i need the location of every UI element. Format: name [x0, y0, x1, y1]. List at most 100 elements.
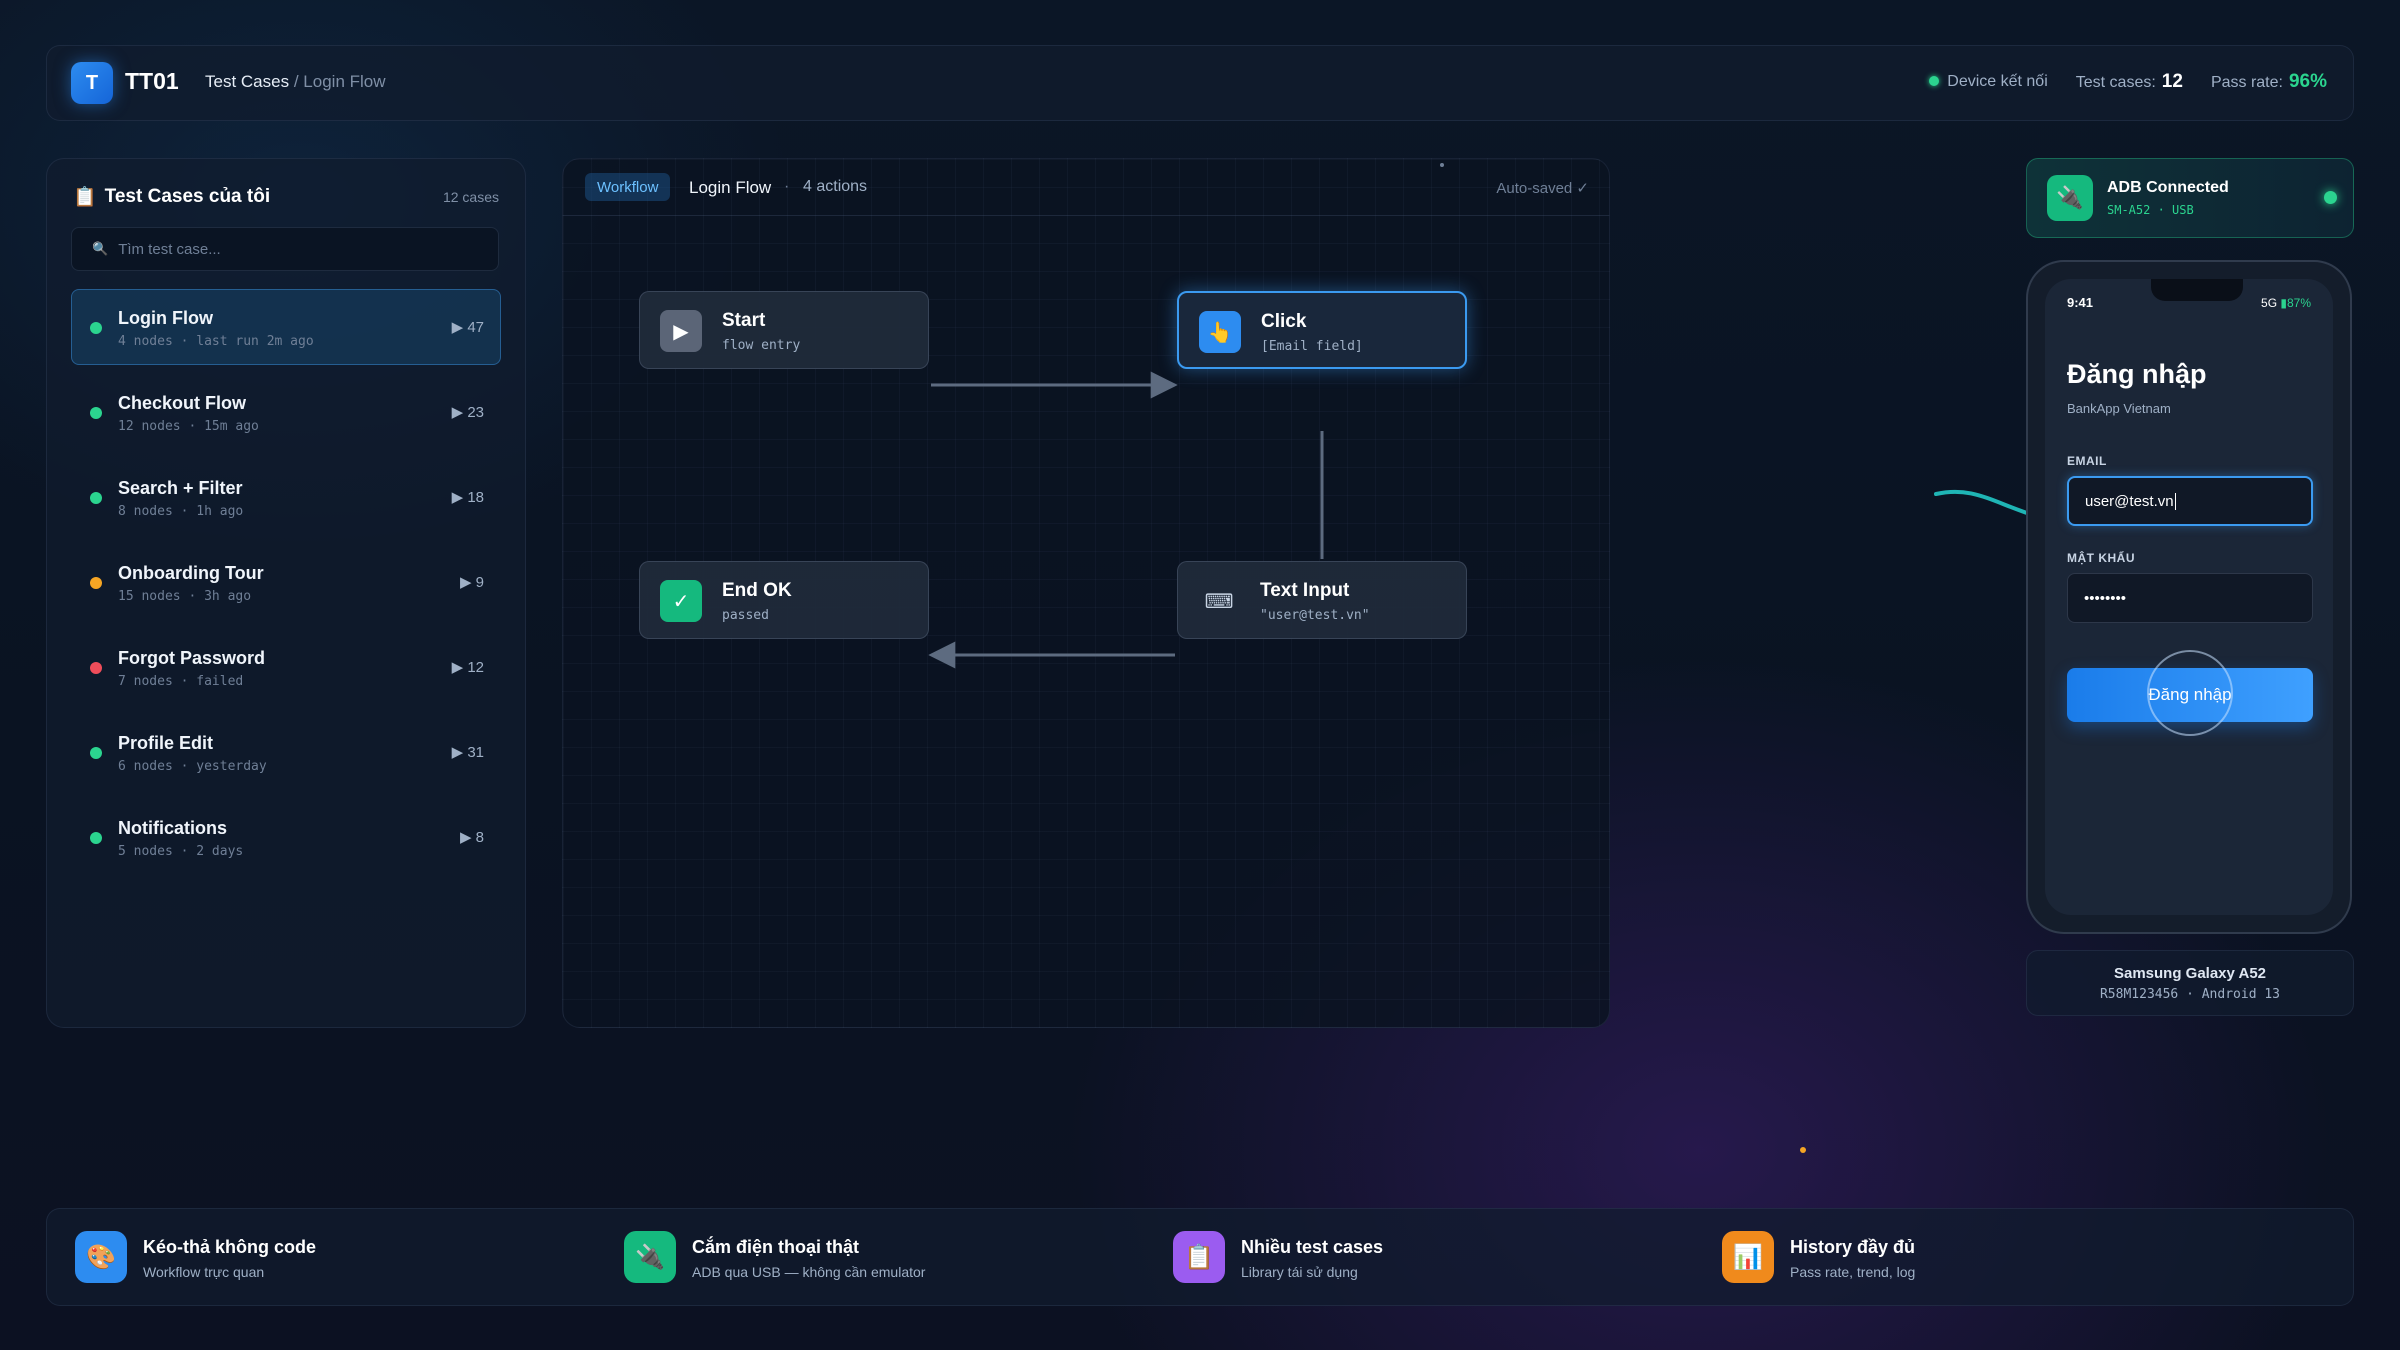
feature-subtitle: ADB qua USB — không cần emulator [692, 1264, 926, 1280]
test-case-meta: 5 nodes · 2 days [118, 844, 244, 859]
status-dot [90, 747, 102, 759]
sidebar-title-text: Test Cases của tôi [104, 186, 271, 207]
test-case-item[interactable]: Search + Filter 8 nodes · 1h ago ▶ 18 [71, 459, 501, 535]
feature-title: Nhiều test cases [1241, 1237, 1384, 1257]
search-icon: 🔍 [92, 241, 109, 256]
feature-subtitle: Workflow trực quan [143, 1264, 265, 1280]
node-subtitle: "user@test.vn" [1260, 608, 1370, 623]
test-case-item[interactable]: Login Flow 4 nodes · last run 2m ago ▶ 47 [71, 289, 501, 365]
test-case-item[interactable]: Onboarding Tour 15 nodes · 3h ago ▶ 9 [71, 544, 501, 620]
decor-dot [1440, 163, 1444, 167]
tap-indicator [2147, 650, 2233, 736]
network-indicator: 5G [2261, 296, 2278, 310]
status-dot [90, 832, 102, 844]
run-count: ▶ 9 [459, 574, 484, 591]
test-case-name: Forgot Password [118, 648, 266, 668]
device-info: Samsung Galaxy A52 R58M123456 · Android … [2026, 950, 2354, 1016]
feature-title: Cắm điện thoại thật [692, 1237, 860, 1257]
node-subtitle: flow entry [722, 338, 801, 353]
device-status-label: Device kết nối [1947, 73, 2048, 90]
node-text-input[interactable]: ⌨ Text Input "user@test.vn" [1177, 561, 1467, 639]
node-title: Click [1261, 311, 1307, 332]
bar-chart-icon: 📊 [1722, 1231, 1774, 1283]
app-logo[interactable]: T [71, 62, 113, 104]
feature-bar: 🎨 Kéo-thả không code Workflow trực quan 🔌 Cắ… [46, 1208, 2354, 1306]
email-value: user@test.vn [2085, 492, 2174, 510]
email-field[interactable]: user@test.vn [2067, 476, 2313, 526]
password-field[interactable]: •••••••• [2067, 573, 2313, 623]
device-status: Device kết nối [1929, 73, 2048, 91]
test-case-name: Profile Edit [118, 733, 214, 753]
case-count: 12 cases [442, 189, 499, 205]
node-subtitle: [Email field] [1261, 339, 1363, 354]
pointer-hand-icon: 👆 [1199, 311, 1241, 353]
node-subtitle: passed [722, 608, 769, 623]
test-case-meta: 8 nodes · 1h ago [118, 504, 244, 519]
adb-subtitle: SM-A52 · USB [2107, 203, 2194, 217]
test-cases-value: 12 [2161, 71, 2183, 92]
run-count: ▶ 8 [459, 829, 484, 846]
password-value: •••••••• [2084, 589, 2127, 607]
play-icon: ▶ [660, 310, 702, 352]
battery-indicator: ▮87% [2280, 296, 2311, 310]
clipboard-icon: 📋 [73, 187, 97, 208]
node-start[interactable]: ▶ Start flow entry [639, 291, 929, 369]
test-case-item[interactable]: Profile Edit 6 nodes · yesterday ▶ 31 [71, 714, 501, 790]
header-stats: Device kết nối Test cases: 12 Pass rate: 9… [1929, 71, 2327, 93]
test-case-name: Notifications [118, 818, 228, 838]
test-case-list: Login Flow 4 nodes · last run 2m ago ▶ 47 C… [71, 289, 501, 884]
run-count: ▶ 18 [451, 489, 484, 506]
pass-rate-stat: Pass rate: 96% [2211, 71, 2327, 93]
feature-item: 📋 Nhiều test cases Library tái sử dụng [1173, 1231, 1693, 1285]
feature-title: History đầy đủ [1790, 1237, 1916, 1257]
device-status-dot [1929, 76, 1940, 86]
workflow-canvas[interactable]: Workflow Login Flow · 4 actions Auto-sav… [562, 158, 1610, 1028]
app-brand: TT01 [125, 68, 179, 94]
test-case-name: Login Flow [118, 308, 213, 328]
run-count: ▶ 47 [451, 319, 484, 336]
password-label: MẬT KHẨU [2067, 551, 2135, 565]
feature-title: Kéo-thả không code [143, 1237, 317, 1257]
test-case-meta: 6 nodes · yesterday [118, 759, 267, 774]
test-case-item[interactable]: Notifications 5 nodes · 2 days ▶ 8 [71, 799, 501, 875]
device-serial: R58M123456 · Android 13 [2099, 987, 2280, 1002]
pass-rate-value: 96% [2288, 71, 2327, 92]
test-case-meta: 4 nodes · last run 2m ago [118, 334, 314, 349]
search-box[interactable]: 🔍 [71, 227, 499, 271]
run-count: ▶ 12 [451, 659, 484, 676]
node-title: Start [722, 310, 766, 331]
test-case-meta: 12 nodes · 15m ago [118, 419, 259, 434]
breadcrumb-separator: / [293, 72, 299, 91]
phone-screen[interactable]: 9:41 5G ▮87% Đăng nhập BankApp Vietnam E… [2045, 279, 2333, 915]
test-case-name: Checkout Flow [118, 393, 247, 413]
test-case-item[interactable]: Checkout Flow 12 nodes · 15m ago ▶ 23 [71, 374, 501, 450]
usb-plug-icon: 🔌 [624, 1231, 676, 1283]
palette-icon: 🎨 [75, 1231, 127, 1283]
test-cases-stat: Test cases: 12 [2076, 71, 2183, 93]
login-heading: Đăng nhập [2067, 359, 2207, 389]
adb-title: ADB Connected [2107, 179, 2229, 196]
status-time: 9:41 [2067, 295, 2094, 310]
feature-subtitle: Library tái sử dụng [1241, 1264, 1358, 1280]
adb-status-card: 🔌 ADB Connected SM-A52 · USB [2026, 158, 2354, 238]
pass-rate-label: Pass rate: [2210, 74, 2283, 91]
test-case-name: Onboarding Tour [118, 563, 264, 583]
usb-plug-icon: 🔌 [2047, 175, 2093, 221]
node-click[interactable]: 👆 Click [Email field] [1177, 291, 1467, 369]
sidebar-title: 📋 Test Cases của tôi [73, 185, 270, 209]
connection-led [2324, 191, 2337, 204]
status-indicators: 5G ▮87% [2261, 296, 2311, 310]
search-input[interactable] [116, 239, 461, 259]
breadcrumb: Test Cases / Login Flow [205, 72, 386, 92]
breadcrumb-root[interactable]: Test Cases [205, 72, 289, 91]
device-name: Samsung Galaxy A52 [2113, 965, 2266, 982]
clipboard-icon: 📋 [1173, 1231, 1225, 1283]
phone-frame: 9:41 5G ▮87% Đăng nhập BankApp Vietnam E… [2026, 260, 2352, 934]
status-dot [90, 577, 102, 589]
test-case-item[interactable]: Forgot Password 7 nodes · failed ▶ 12 [71, 629, 501, 705]
email-label: EMAIL [2067, 454, 2107, 468]
feature-item: 🔌 Cắm điện thoại thật ADB qua USB — không … [624, 1231, 1144, 1285]
node-title: End OK [722, 580, 792, 601]
node-end-ok[interactable]: ✓ End OK passed [639, 561, 929, 639]
run-count: ▶ 23 [451, 404, 484, 421]
